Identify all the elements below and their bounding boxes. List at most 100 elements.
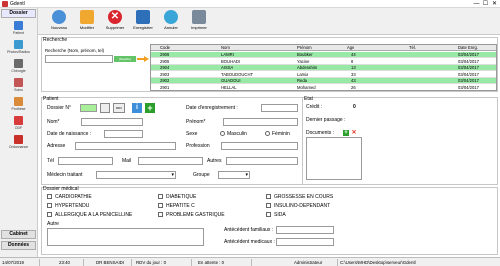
status-user: Administrateur	[252, 259, 338, 266]
col-age[interactable]: Age	[347, 45, 354, 51]
credit-value: 0	[353, 104, 356, 110]
gastrique-checkbox[interactable]	[158, 212, 163, 217]
allergique-label: ALLERGIQUE A LA PENICELLINE	[55, 212, 133, 218]
grossesse-checkbox[interactable]	[266, 194, 271, 199]
documents-list[interactable]	[306, 137, 362, 180]
adresse-field[interactable]	[75, 142, 176, 150]
hypertendu-checkbox[interactable]	[47, 203, 52, 208]
odf-icon	[14, 116, 23, 125]
table-cell: Mohamed	[297, 84, 316, 90]
autres-field[interactable]	[226, 157, 298, 165]
toolbar: Nouveau Modifier ✕ Supprimer Enregistrer…	[38, 8, 500, 35]
sidebar-item-ordonnance[interactable]: Ordonnance	[2, 135, 35, 149]
mail-field[interactable]	[138, 157, 203, 165]
search-input[interactable]	[45, 55, 113, 63]
groupe-label: Groupe	[193, 172, 210, 178]
table-cell: Yacine	[297, 58, 310, 64]
status-doctor: DR BENSAIDI	[84, 259, 132, 266]
autre-field[interactable]	[47, 228, 204, 246]
credit-label: Crédit :	[306, 104, 323, 110]
cardiopathie-checkbox[interactable]	[47, 194, 52, 199]
undo-icon	[164, 10, 178, 24]
col-nom[interactable]: Nom	[221, 45, 230, 51]
minimize-button[interactable]: —	[472, 0, 481, 8]
surgery-icon	[14, 59, 23, 68]
dossier-label: Dossier N°	[47, 105, 71, 111]
gastrique-label: PROBLEME GASTRIQUE	[166, 212, 225, 218]
table-header: Code Nom Prénom Age Tél. Date Enrg.	[151, 45, 496, 51]
antecedent-medicaux-field[interactable]	[276, 238, 334, 246]
app-icon	[2, 1, 8, 7]
sida-checkbox[interactable]	[266, 212, 271, 217]
info-icon[interactable]: i	[132, 103, 142, 113]
col-date[interactable]: Date Enrg.	[458, 45, 478, 51]
groupe-select[interactable]: ▾	[218, 171, 250, 179]
prosthesis-icon	[14, 97, 23, 106]
sidebar-item-patient[interactable]: Patient	[2, 21, 35, 35]
table-cell: 33	[351, 71, 356, 77]
tel-field[interactable]	[58, 157, 113, 165]
search-section-title: Recherche	[43, 37, 68, 43]
prenom-field[interactable]	[223, 118, 298, 126]
profession-field[interactable]	[221, 142, 298, 150]
dossier-button[interactable]: Dossier	[1, 9, 36, 18]
table-row[interactable]: 2904 AISSA Abderahim 13 03/04/2017	[151, 65, 496, 71]
cabinet-button[interactable]: Cabinet	[1, 230, 36, 239]
enregistrer-button[interactable]: Enregistrer	[130, 10, 156, 34]
table-cell: 13	[351, 65, 356, 70]
table-cell: LAMRI	[221, 52, 234, 57]
prenom-label: Prénom*	[186, 119, 206, 125]
table-cell: TABOUDOUCHT	[221, 71, 254, 77]
sidebar-item-odf[interactable]: ODF	[2, 116, 35, 130]
nouveau-button[interactable]: Nouveau	[46, 10, 72, 34]
col-prenom[interactable]: Prénom	[297, 45, 312, 51]
supprimer-button[interactable]: ✕ Supprimer	[102, 10, 128, 34]
edit-icon	[80, 10, 94, 24]
rdv-button[interactable]: RDV	[113, 103, 125, 113]
table-row[interactable]: 2905 BOUHADI Yacine 8 03/04/2017	[151, 58, 496, 65]
close-button[interactable]: ✕	[490, 0, 499, 8]
table-row[interactable]: 2903 TABOUDOUCHT Lamia 33 03/04/2017	[151, 71, 496, 78]
date-enreg-field[interactable]	[261, 104, 298, 112]
table-cell: 03/04/2017	[458, 84, 479, 90]
table-row[interactable]: 2901 HELLAL Mohamed 26 03/04/2017	[151, 84, 496, 90]
diabetique-checkbox[interactable]	[158, 194, 163, 199]
nom-label: Nom*	[47, 119, 60, 125]
table-cell: BOUHADI	[221, 58, 241, 64]
masculin-radio[interactable]	[220, 131, 225, 136]
annuler-button[interactable]: Annuler	[158, 10, 184, 34]
modifier-button[interactable]: Modifier	[74, 10, 100, 34]
antecedent-familiaux-field[interactable]	[276, 226, 334, 234]
chevron-down-icon: ▾	[245, 172, 248, 178]
autre-label: Autre	[47, 221, 59, 227]
donnees-button[interactable]: Données	[1, 241, 36, 250]
add-document-icon[interactable]: +	[343, 130, 349, 136]
sidebar-item-prothese[interactable]: Prothèse	[2, 97, 35, 111]
sidebar-item-photos[interactable]: Photos/Radios	[2, 40, 35, 54]
imprimer-button[interactable]: Imprimer	[186, 10, 212, 34]
table-row[interactable]: 2906 LAMRI Boubker 44 03/04/2017	[151, 52, 496, 58]
col-tel[interactable]: Tél.	[409, 45, 416, 51]
hepatite-c-checkbox[interactable]	[158, 203, 163, 208]
table-cell: Abderahim	[297, 65, 318, 70]
col-code[interactable]: Code	[160, 45, 170, 51]
nom-field[interactable]	[81, 118, 143, 126]
table-cell: 2903	[160, 71, 170, 77]
table-row[interactable]: 2902 GUADOUI Reda 43 03/04/2017	[151, 78, 496, 84]
status-rdv: RDV du jour : 0	[132, 259, 192, 266]
patient-card-icon[interactable]	[100, 103, 110, 113]
add-icon[interactable]: +	[145, 103, 155, 113]
patients-table[interactable]: Code Nom Prénom Age Tél. Date Enrg. 2906…	[150, 44, 497, 91]
delete-document-icon[interactable]: ✕	[351, 130, 357, 136]
sidebar-item-chirurgie[interactable]: Chirurgie	[2, 59, 35, 73]
feminin-radio[interactable]	[265, 131, 270, 136]
insulino-checkbox[interactable]	[266, 203, 271, 208]
naissance-field[interactable]	[104, 130, 143, 138]
table-cell: Lamia	[297, 71, 309, 77]
maximize-button[interactable]: ☐	[481, 0, 490, 8]
table-cell: 03/04/2017	[458, 71, 479, 77]
sidebar-item-soins[interactable]: Soins	[2, 78, 35, 92]
dossier-field[interactable]	[80, 104, 97, 112]
medecin-select[interactable]: ▾	[96, 171, 176, 179]
allergique-checkbox[interactable]	[47, 212, 52, 217]
